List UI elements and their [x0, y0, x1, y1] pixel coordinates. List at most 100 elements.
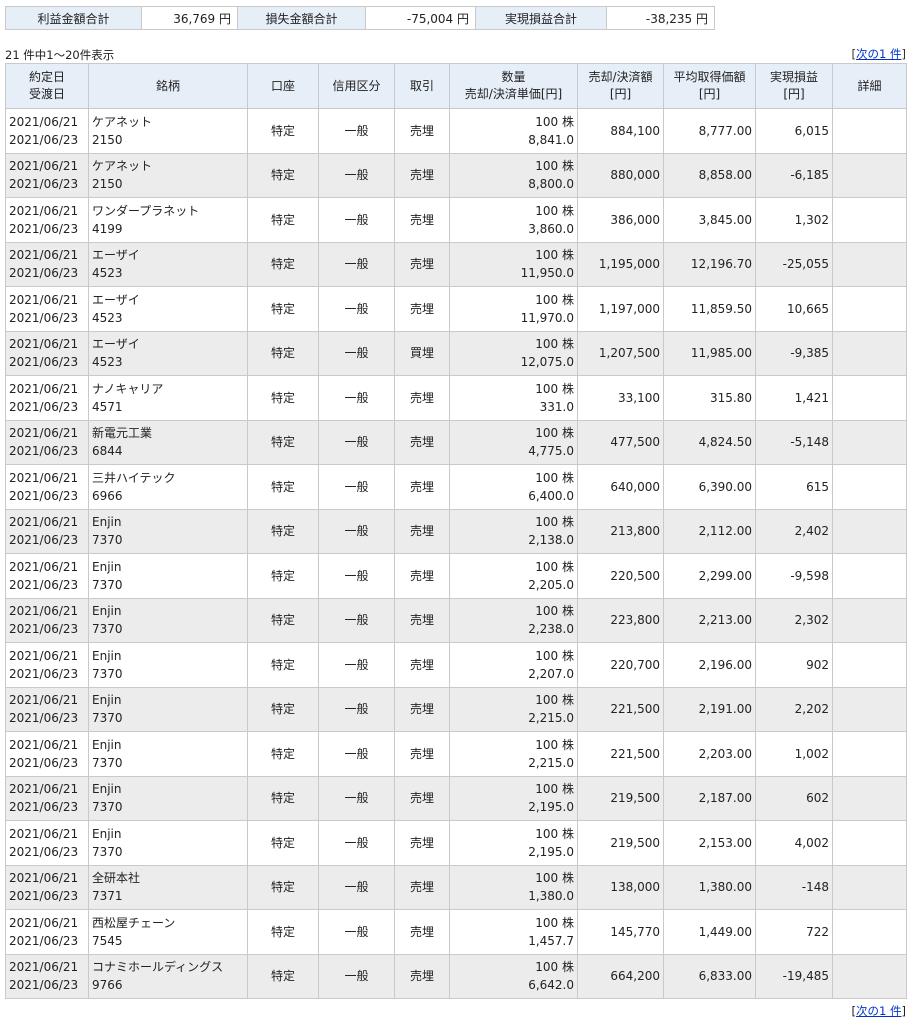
trade-type-cell: 売埋 — [394, 597, 450, 643]
trade-date: 2021/06/21 — [9, 114, 79, 129]
avg-cost-cell: 6,390.00 — [663, 464, 756, 510]
credit-cell: 一般 — [318, 108, 395, 154]
settle-date: 2021/06/23 — [9, 266, 79, 281]
dates-cell: 2021/06/21 2021/06/23 — [5, 330, 89, 376]
avg-cost-cell: 2,153.00 — [663, 820, 756, 866]
qty-price-cell: 100 株 8,841.0 — [449, 108, 578, 154]
settle-date: 2021/06/23 — [9, 666, 79, 681]
header-avg: 平均取得価額 [円] — [663, 63, 756, 109]
amount-cell: 220,500 — [577, 553, 664, 599]
stock-cell: Enjin 7370 — [88, 820, 248, 866]
dates-cell: 2021/06/21 2021/06/23 — [5, 286, 89, 332]
quantity: 100 株 — [535, 248, 574, 263]
dates-cell: 2021/06/21 2021/06/23 — [5, 197, 89, 243]
account-cell: 特定 — [247, 597, 319, 643]
stock-name: 全研本社 — [92, 871, 141, 886]
stock-name: ケアネット — [92, 159, 153, 174]
trade-type-cell: 売埋 — [394, 775, 450, 821]
credit-cell: 一般 — [318, 152, 395, 198]
amount-cell: 138,000 — [577, 864, 664, 910]
trade-date: 2021/06/21 — [9, 737, 79, 752]
amount-cell: 221,500 — [577, 731, 664, 777]
trade-type-cell: 売埋 — [394, 286, 450, 332]
stock-cell: 新電元工業 6844 — [88, 419, 248, 465]
table-row: 2021/06/21 2021/06/23 全研本社 7371 特定 一般 売埋 100 株1… — [5, 864, 907, 910]
table-row: 2021/06/21 2021/06/23 Enjin 7370 特定 一般 売埋 100 株… — [5, 553, 907, 599]
loss-total-label: 損失金額合計 — [237, 6, 366, 30]
trade-type-cell: 買埋 — [394, 330, 450, 376]
stock-code: 7370 — [92, 844, 123, 859]
realized-pl-cell: -6,185 — [755, 152, 833, 198]
settle-date: 2021/06/23 — [9, 844, 79, 859]
stock-code: 7371 — [92, 889, 123, 904]
dates-cell: 2021/06/21 2021/06/23 — [5, 642, 89, 688]
table-row: 2021/06/21 2021/06/23 Enjin 7370 特定 一般 売埋 100 株… — [5, 820, 907, 866]
account-cell: 特定 — [247, 864, 319, 910]
table-row: 2021/06/21 2021/06/23 ワンダープラネット 4199 特定 一般 売埋 1… — [5, 197, 907, 243]
unit-price: 11,970.0 — [520, 310, 574, 325]
header-name: 銘柄 — [88, 63, 248, 109]
realized-pl-cell: 6,015 — [755, 108, 833, 154]
unit-price: 8,841.0 — [528, 132, 574, 147]
account-cell: 特定 — [247, 686, 319, 732]
avg-cost-cell: 6,833.00 — [663, 953, 756, 999]
amount-cell: 664,200 — [577, 953, 664, 999]
unit-price: 1,380.0 — [528, 889, 574, 904]
stock-name: エーザイ — [92, 248, 140, 263]
credit-cell: 一般 — [318, 464, 395, 510]
credit-cell: 一般 — [318, 731, 395, 777]
quantity: 100 株 — [535, 915, 574, 930]
qty-price-cell: 100 株 6,400.0 — [449, 464, 578, 510]
realized-pl-cell: -9,598 — [755, 553, 833, 599]
table-row: 2021/06/21 2021/06/23 新電元工業 6844 特定 一般 売埋 100 株… — [5, 419, 907, 465]
settle-date: 2021/06/23 — [9, 711, 79, 726]
account-cell: 特定 — [247, 330, 319, 376]
avg-cost-cell: 1,449.00 — [663, 909, 756, 955]
next-page-link[interactable]: 次の1 件 — [856, 47, 901, 61]
qty-price-cell: 100 株 1,380.0 — [449, 864, 578, 910]
qty-price-cell: 100 株 2,138.0 — [449, 508, 578, 554]
detail-cell — [832, 330, 907, 376]
realized-pl-cell: 1,002 — [755, 731, 833, 777]
header-credit: 信用区分 — [318, 63, 395, 109]
unit-price: 2,205.0 — [528, 577, 574, 592]
trade-history-table: 約定日 受渡日 銘柄 口座 信用区分 取引 数量 売却/決済単価[円] 売却/決済額… — [5, 63, 907, 999]
stock-cell: 全研本社 7371 — [88, 864, 248, 910]
trade-date: 2021/06/21 — [9, 426, 79, 441]
header-avg-label: 平均取得価額 — [673, 70, 746, 84]
amount-cell: 219,500 — [577, 775, 664, 821]
credit-cell: 一般 — [318, 642, 395, 688]
detail-cell — [832, 241, 907, 287]
unit-price: 2,207.0 — [528, 666, 574, 681]
detail-cell — [832, 686, 907, 732]
next-page-link-bottom[interactable]: 次の1 件 — [856, 1004, 901, 1018]
realized-pl-cell: -148 — [755, 864, 833, 910]
detail-cell — [832, 731, 907, 777]
settle-date: 2021/06/23 — [9, 488, 79, 503]
dates-cell: 2021/06/21 2021/06/23 — [5, 375, 89, 421]
trade-date: 2021/06/21 — [9, 248, 79, 263]
amount-cell: 145,770 — [577, 909, 664, 955]
avg-cost-cell: 2,299.00 — [663, 553, 756, 599]
realized-total-label: 実現損益合計 — [475, 6, 607, 30]
quantity: 100 株 — [535, 159, 574, 174]
dates-cell: 2021/06/21 2021/06/23 — [5, 731, 89, 777]
header-price-label: 売却/決済単価[円] — [464, 87, 563, 101]
credit-cell: 一般 — [318, 197, 395, 243]
unit-price: 1,457.7 — [528, 933, 574, 948]
qty-price-cell: 100 株 2,205.0 — [449, 553, 578, 599]
stock-code: 7370 — [92, 800, 123, 815]
stock-name: ケアネット — [92, 114, 153, 129]
avg-cost-cell: 3,845.00 — [663, 197, 756, 243]
avg-cost-cell: 4,824.50 — [663, 419, 756, 465]
stock-code: 4523 — [92, 355, 123, 370]
settle-date: 2021/06/23 — [9, 533, 79, 548]
detail-cell — [832, 419, 907, 465]
header-qty-label: 数量 — [501, 70, 526, 84]
avg-cost-cell: 8,858.00 — [663, 152, 756, 198]
unit-price: 11,950.0 — [520, 266, 574, 281]
dates-cell: 2021/06/21 2021/06/23 — [5, 909, 89, 955]
account-cell: 特定 — [247, 419, 319, 465]
account-cell: 特定 — [247, 775, 319, 821]
avg-cost-cell: 2,187.00 — [663, 775, 756, 821]
